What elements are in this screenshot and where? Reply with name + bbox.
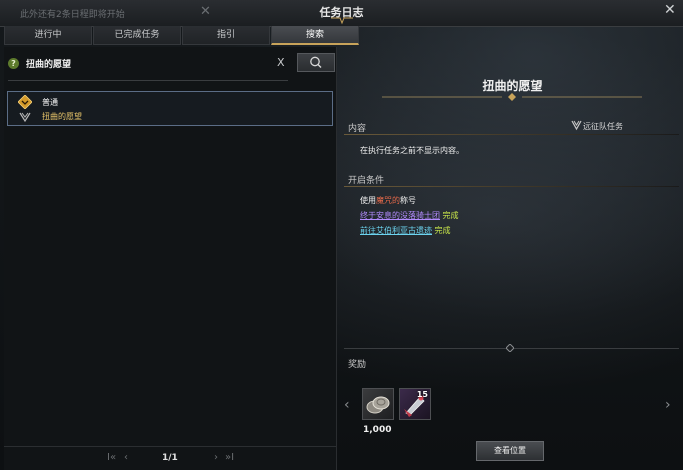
quest-category: 远征队任务 — [583, 122, 623, 131]
help-icon[interactable]: ? — [8, 58, 19, 69]
reward-header: 奖励 — [348, 360, 367, 370]
search-input[interactable] — [26, 54, 294, 72]
pagination: I« ‹ 1/1 › »I — [4, 446, 336, 470]
reward-prev-arrow-icon[interactable]: ‹ — [344, 397, 350, 413]
clear-search-button[interactable]: X — [277, 56, 285, 69]
reward-slot[interactable] — [362, 388, 394, 420]
prev-page-button[interactable]: ‹ — [124, 452, 128, 463]
content-header: 内容 — [348, 124, 367, 134]
tab-search[interactable]: 搜索 — [271, 26, 359, 45]
condition-title: 使用魔咒的称号 — [360, 196, 416, 205]
quest-detail-panel: 扭曲的愿望 内容 远征队任务 在执行任务之前不显示内容。 开启条件 使用魔咒的称… — [342, 47, 683, 470]
status-complete: 完成 — [434, 226, 451, 235]
condition-quest-2: 前往艾伯利亚古遗迹 完成 — [360, 225, 451, 236]
search-result-item[interactable]: 普通 扭曲的愿望 — [7, 91, 333, 126]
title-name: 魔咒的 — [376, 196, 400, 205]
search-panel: ? X 普通 扭曲的愿望 I« — [4, 47, 337, 470]
search-row: ? X — [4, 53, 336, 81]
divider — [344, 186, 679, 187]
title-ornament-icon — [331, 17, 353, 25]
reward-amount: 1,000 — [363, 425, 392, 435]
quest-type-icon — [18, 95, 32, 109]
content-text: 在执行任务之前不显示内容。 — [360, 146, 464, 155]
quest-log-window: 此外还有2条日程即将开始 ✕ 任务日志 ✕ 进行中 已完成任务 指引 搜索 ? … — [0, 0, 683, 470]
next-page-button[interactable]: › — [214, 452, 218, 463]
tab-guide[interactable]: 指引 — [182, 26, 270, 45]
prerequisite-quest-link[interactable]: 前往艾伯利亚古遗迹 — [360, 226, 432, 235]
reward-next-arrow-icon[interactable]: › — [665, 397, 671, 413]
condition-quest-1: 终于安息的没落骑士团 完成 — [360, 210, 459, 221]
tab-bar: 进行中 已完成任务 指引 搜索 — [4, 26, 360, 46]
result-name: 扭曲的愿望 — [42, 112, 82, 121]
last-page-button[interactable]: »I — [225, 452, 234, 463]
title-bar[interactable]: 此外还有2条日程即将开始 ✕ 任务日志 ✕ — [0, 0, 683, 27]
title-ornament-icon — [382, 93, 642, 101]
tab-completed[interactable]: 已完成任务 — [93, 26, 181, 45]
quest-title: 扭曲的愿望 — [482, 79, 543, 93]
expedition-icon — [571, 120, 582, 131]
silver-coin-icon — [366, 396, 390, 414]
close-icon[interactable]: ✕ — [664, 2, 676, 18]
divider — [344, 134, 679, 135]
search-button[interactable] — [297, 53, 335, 72]
search-underline — [8, 80, 288, 81]
reward-slot[interactable]: 15 — [399, 388, 431, 420]
result-type: 普通 — [42, 98, 58, 107]
expedition-icon — [19, 112, 31, 123]
reward-count: 15 — [416, 390, 428, 399]
view-location-button[interactable]: 查看位置 — [476, 441, 544, 461]
status-complete: 完成 — [442, 211, 459, 220]
first-page-button[interactable]: I« — [107, 452, 116, 463]
page-indicator: 1/1 — [162, 453, 178, 463]
tab-in-progress[interactable]: 进行中 — [4, 26, 92, 45]
prerequisite-quest-link[interactable]: 终于安息的没落骑士团 — [360, 211, 440, 220]
diamond-ornament-icon — [506, 344, 514, 352]
search-icon — [310, 56, 322, 68]
conditions-header: 开启条件 — [348, 176, 385, 186]
